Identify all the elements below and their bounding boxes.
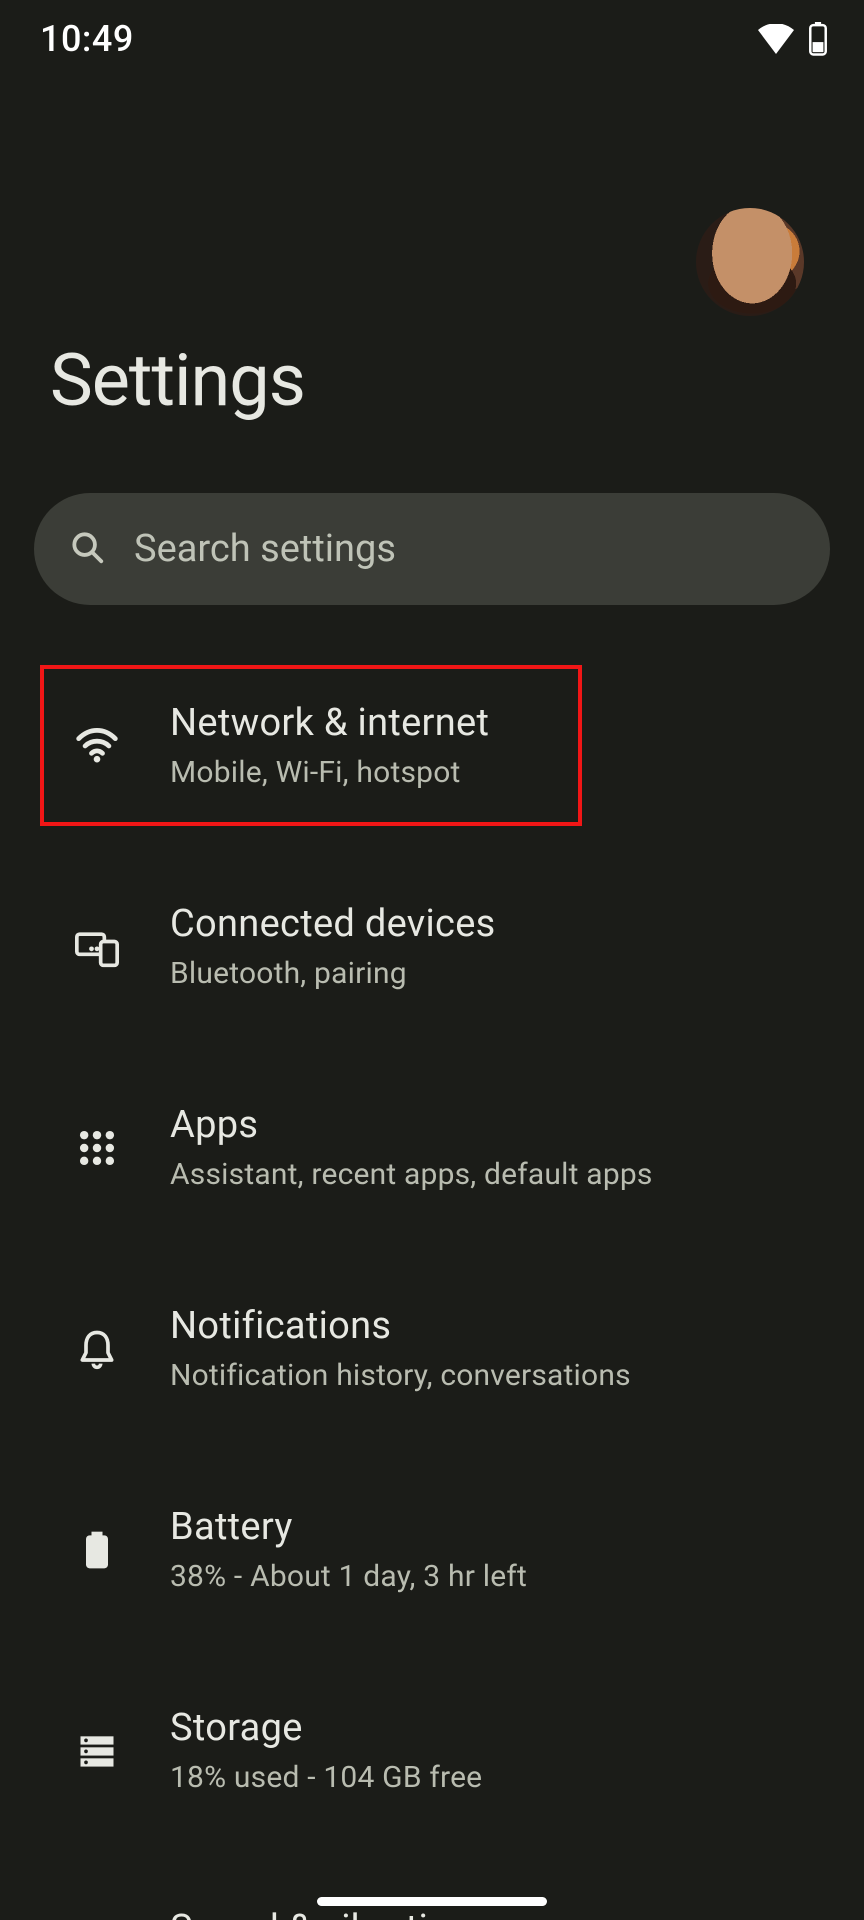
wifi-icon xyxy=(758,24,794,54)
row-title: Battery xyxy=(170,1505,824,1549)
profile-avatar[interactable] xyxy=(696,208,804,316)
status-bar: 10:49 xyxy=(0,0,864,78)
apps-icon xyxy=(70,1121,124,1175)
gesture-nav-bar[interactable] xyxy=(317,1897,547,1906)
row-title: Connected devices xyxy=(170,902,824,946)
search-settings[interactable]: Search settings xyxy=(34,493,830,605)
battery-icon xyxy=(70,1523,124,1577)
row-notifications[interactable]: Notifications Notification history, conv… xyxy=(0,1248,864,1449)
row-subtitle: Assistant, recent apps, default apps xyxy=(170,1157,824,1192)
row-battery[interactable]: Battery 38% - About 1 day, 3 hr left xyxy=(0,1449,864,1650)
row-subtitle: Notification history, conversations xyxy=(170,1358,824,1393)
row-subtitle: Bluetooth, pairing xyxy=(170,956,824,991)
row-sound-vibration[interactable]: Sound & vibration Volume, haptics, Do No… xyxy=(0,1851,864,1920)
row-storage[interactable]: Storage 18% used - 104 GB free xyxy=(0,1650,864,1851)
row-title: Notifications xyxy=(170,1304,824,1348)
status-time: 10:49 xyxy=(40,18,134,60)
settings-list: Network & internet Mobile, Wi-Fi, hotspo… xyxy=(0,605,864,1920)
row-subtitle: 38% - About 1 day, 3 hr left xyxy=(170,1559,824,1594)
row-title: Apps xyxy=(170,1103,824,1147)
storage-icon xyxy=(70,1724,124,1778)
page-title: Settings xyxy=(50,338,814,423)
row-network-internet[interactable]: Network & internet Mobile, Wi-Fi, hotspo… xyxy=(0,645,864,846)
row-title: Network & internet xyxy=(170,701,824,745)
battery-icon xyxy=(808,22,828,56)
wifi-icon xyxy=(70,719,124,773)
row-subtitle: Mobile, Wi-Fi, hotspot xyxy=(170,755,824,790)
search-placeholder: Search settings xyxy=(134,527,396,571)
bell-icon xyxy=(70,1322,124,1376)
row-title: Sound & vibration xyxy=(170,1907,824,1920)
row-connected-devices[interactable]: Connected devices Bluetooth, pairing xyxy=(0,846,864,1047)
row-subtitle: 18% used - 104 GB free xyxy=(170,1760,824,1795)
connected-devices-icon xyxy=(70,920,124,974)
row-title: Storage xyxy=(170,1706,824,1750)
row-apps[interactable]: Apps Assistant, recent apps, default app… xyxy=(0,1047,864,1248)
search-icon xyxy=(68,528,106,570)
status-right-cluster xyxy=(758,22,828,56)
